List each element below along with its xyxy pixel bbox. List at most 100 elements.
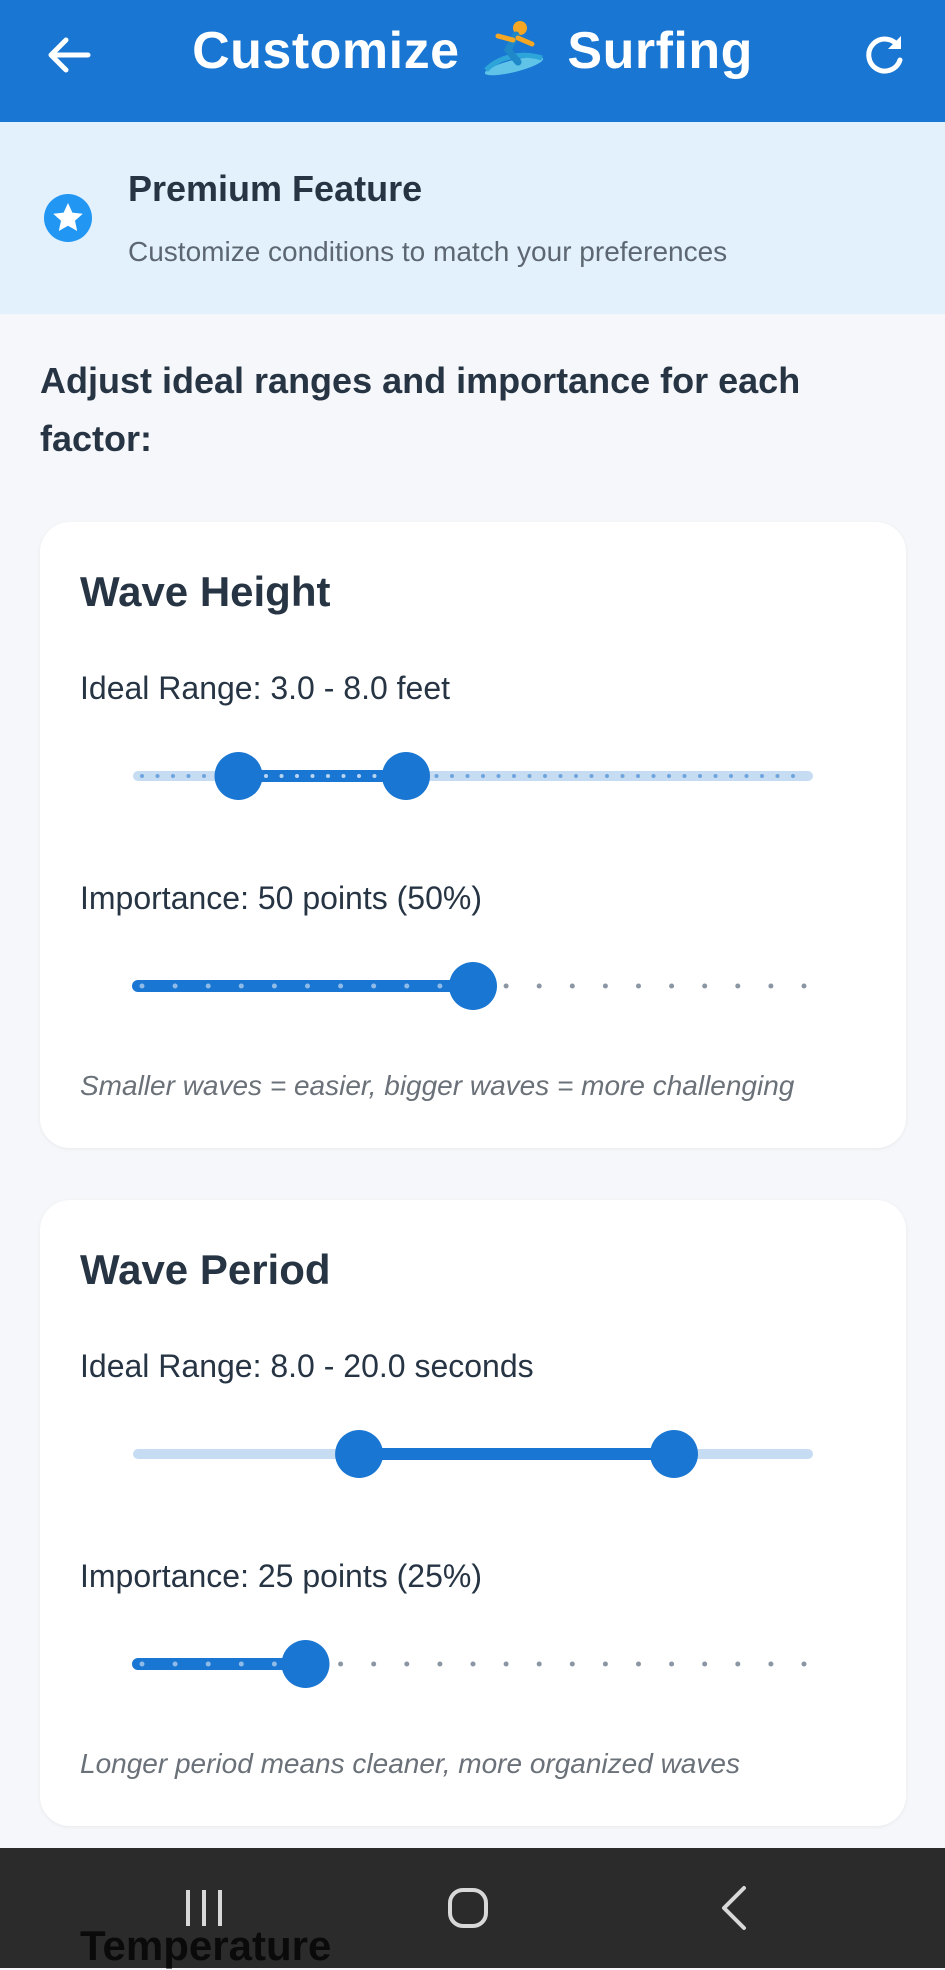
page-title: Customize Surfing	[0, 18, 945, 81]
slider-tick	[470, 1661, 476, 1667]
slider-thumb-low	[214, 752, 263, 800]
star-circle-icon	[43, 193, 93, 248]
slider-tick	[702, 983, 708, 989]
slider-tick	[372, 774, 377, 778]
slider-tick	[735, 983, 741, 989]
slider-tick	[172, 1661, 178, 1667]
slider-tick	[357, 774, 361, 778]
range-label: Ideal Range: 8.0 - 20.0 seconds	[80, 1348, 534, 1384]
slider-tick	[171, 774, 175, 778]
page-title-right: Surfing	[567, 22, 753, 80]
slider-tick	[155, 774, 160, 778]
slider-tick	[271, 983, 277, 989]
slider-tick	[667, 774, 671, 778]
slider-tick	[636, 983, 641, 989]
slider-tick	[305, 983, 310, 989]
slider-tick	[791, 774, 795, 778]
slider-tick	[172, 983, 178, 989]
slider-tick	[589, 774, 594, 778]
slider-tick	[669, 983, 675, 989]
slider-tick	[186, 774, 191, 778]
slider-thumb	[281, 1640, 330, 1688]
importance-label: Importance: 50 points (50%)	[80, 880, 482, 916]
system-back-icon[interactable]	[702, 1876, 766, 1940]
range-slider-wave-height[interactable]	[133, 746, 813, 806]
slider-tick	[503, 983, 509, 989]
slider-tick	[702, 1661, 708, 1667]
slider-tick	[338, 983, 344, 989]
premium-banner: Premium Feature Customize conditions to …	[0, 122, 945, 314]
slider-tick	[434, 774, 439, 778]
card-wave-period: Wave Period Ideal Range: 8.0 - 20.0 seco…	[40, 1200, 906, 1826]
slider-tick	[437, 983, 443, 989]
slider-tick	[404, 1661, 410, 1667]
slider-tick	[481, 774, 485, 778]
slider-tick	[512, 774, 516, 778]
surfer-emoji-icon	[480, 18, 546, 76]
slider-tick	[310, 774, 315, 778]
home-icon[interactable]	[436, 1876, 500, 1940]
range-label: Ideal Range: 3.0 - 8.0 feet	[80, 670, 451, 706]
slider-tick	[735, 1661, 741, 1667]
slider-tick	[437, 1661, 443, 1667]
slider-tick	[801, 1661, 807, 1667]
slider-tick	[682, 774, 687, 778]
slider-tick	[729, 774, 733, 778]
slider-tick	[338, 1661, 344, 1667]
slider-tick	[527, 774, 532, 778]
slider-tick	[326, 774, 330, 778]
premium-title: Premium Feature	[128, 168, 423, 209]
slider-thumb-low	[335, 1430, 384, 1478]
intro-text: Adjust ideal ranges and importance for e…	[40, 360, 801, 459]
slider-tick	[139, 983, 145, 989]
premium-subtitle: Customize conditions to match your prefe…	[128, 236, 728, 267]
importance-label: Importance: 25 points (25%)	[80, 1558, 482, 1594]
slider-tick	[371, 1661, 377, 1667]
slider-tick	[651, 774, 656, 778]
slider-tick	[238, 1661, 244, 1667]
slider-tick	[698, 774, 702, 778]
slider-tick	[602, 983, 608, 989]
refresh-icon[interactable]	[859, 30, 909, 80]
slider-tick	[238, 983, 244, 989]
slider-tick	[768, 1661, 774, 1667]
slider-tick	[139, 1661, 145, 1667]
slider-tick	[140, 774, 144, 778]
slider-tick	[371, 983, 377, 989]
slider-tick	[264, 774, 268, 778]
slider-tick	[279, 774, 284, 778]
slider-thumb-high	[650, 1430, 698, 1478]
slider-tick	[450, 774, 454, 778]
slider-tick	[775, 774, 780, 778]
slider-tick	[620, 774, 625, 778]
slider-thumb	[449, 962, 497, 1010]
slider-tick	[768, 983, 774, 989]
slider-tick	[636, 774, 640, 778]
slider-tick	[503, 1661, 509, 1667]
card-note: Longer period means cleaner, more organi…	[80, 1748, 740, 1779]
slider-tick	[205, 983, 211, 989]
slider-tick	[205, 1661, 211, 1667]
card-wave-height: Wave Height Ideal Range: 3.0 - 8.0 feet …	[40, 522, 906, 1148]
slider-tick	[574, 774, 578, 778]
page-title-left: Customize	[192, 22, 460, 80]
range-slider-wave-period[interactable]	[133, 1424, 813, 1484]
slider-tick	[496, 774, 501, 778]
slider-tick	[569, 1661, 575, 1667]
slider-tick	[341, 774, 346, 778]
card-title: Wave Height	[80, 568, 331, 615]
slider-tick	[543, 774, 547, 778]
slider-tick	[669, 1661, 675, 1667]
slider-tick	[536, 983, 542, 989]
slider-tick	[605, 774, 609, 778]
slider-tick	[202, 774, 206, 778]
importance-slider-wave-height[interactable]	[132, 956, 808, 1016]
slider-tick	[558, 774, 563, 778]
slider-tick	[801, 983, 807, 989]
card-note: Smaller waves = easier, bigger waves = m…	[80, 1070, 795, 1101]
slider-tick	[271, 1661, 277, 1667]
slider-tick	[602, 1661, 608, 1667]
slider-thumb-high	[382, 752, 430, 800]
importance-slider-wave-period[interactable]	[132, 1634, 808, 1694]
slider-tick	[295, 774, 299, 778]
